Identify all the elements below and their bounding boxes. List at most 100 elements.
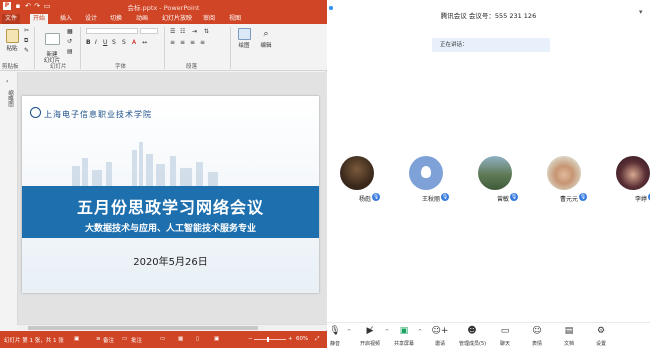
- expand-arrow-icon[interactable]: ›: [6, 78, 8, 85]
- speaking-indicator: 正在讲话：: [432, 38, 550, 52]
- editing-button[interactable]: ⌕ 编辑: [257, 28, 275, 49]
- settings-label: 设置: [595, 341, 606, 347]
- slide-sorter-icon[interactable]: ▦: [178, 336, 183, 342]
- slideshow-view-icon[interactable]: ▣: [214, 336, 219, 342]
- scrollbar-thumb[interactable]: [28, 326, 258, 330]
- share-screen-label: 共享屏幕: [393, 341, 414, 347]
- align-left-icon[interactable]: ≡: [170, 39, 175, 46]
- share-screen-icon: ▣: [399, 326, 409, 336]
- horizontal-scrollbar[interactable]: [18, 324, 327, 330]
- strikethrough-icon[interactable]: S: [112, 39, 116, 46]
- group-label-paragraph: 段落: [186, 64, 198, 70]
- spellcheck-icon[interactable]: ▣: [74, 336, 79, 342]
- participant-tile[interactable]: 曾敏 🎙: [475, 156, 518, 206]
- share-screen-button[interactable]: ▣ 共享屏幕: [391, 326, 417, 347]
- more-icon[interactable]: ▾: [639, 8, 643, 16]
- notes-icon[interactable]: ≡: [96, 336, 101, 342]
- chevron-up-icon[interactable]: ^: [385, 329, 389, 335]
- format-painter-icon[interactable]: ✎: [24, 47, 29, 54]
- chevron-up-icon[interactable]: ^: [347, 329, 351, 335]
- ribbon-separator: [230, 27, 231, 69]
- ribbon-tabs: 文件 开始 插入 设计 切换 动画 幻灯片放映 审阅 视图: [0, 13, 327, 24]
- document-button[interactable]: ▤ 文档: [556, 326, 582, 347]
- tab-file[interactable]: 文件: [2, 14, 21, 24]
- zoom-slider-knob[interactable]: [267, 337, 269, 342]
- bullets-icon[interactable]: ☰: [170, 28, 175, 35]
- emoji-button[interactable]: ☺ 表情: [524, 326, 550, 347]
- participant-tile[interactable]: 王秋丽 🎙: [406, 156, 449, 206]
- participant-name: 曹元元: [559, 196, 578, 203]
- fit-to-window-icon[interactable]: ⤢: [315, 336, 319, 343]
- section-icon[interactable]: ▤: [67, 48, 73, 55]
- font-color-icon[interactable]: A: [132, 39, 136, 46]
- participant-name: 曾敏: [496, 196, 509, 203]
- comments-icon[interactable]: ▭: [122, 336, 127, 342]
- new-slide-icon: [44, 33, 60, 45]
- reset-icon[interactable]: ↺: [67, 38, 72, 45]
- start-video-button[interactable]: ▶̸ 开启视频: [357, 326, 383, 347]
- justify-icon[interactable]: ≡: [200, 39, 205, 46]
- layout-icon[interactable]: ▦: [67, 28, 73, 35]
- mute-button[interactable]: 🎙 静音: [322, 326, 348, 347]
- italic-icon[interactable]: I: [95, 39, 97, 46]
- align-center-icon[interactable]: ≡: [180, 39, 185, 46]
- chevron-up-icon[interactable]: ^: [418, 329, 422, 335]
- drawing-label: 绘图: [238, 43, 250, 49]
- reading-view-icon[interactable]: ▯: [196, 336, 199, 342]
- emoji-label: 表情: [531, 341, 542, 347]
- video-off-icon: ▶̸: [366, 326, 374, 336]
- indent-icon[interactable]: ⇥: [192, 28, 197, 35]
- zoom-level[interactable]: 60%: [296, 336, 308, 342]
- tab-insert[interactable]: 插入: [57, 14, 75, 24]
- mute-label: 静音: [329, 341, 340, 347]
- align-right-icon[interactable]: ≡: [190, 39, 195, 46]
- tab-view[interactable]: 视图: [226, 14, 244, 24]
- drawing-button[interactable]: 绘图: [235, 28, 253, 49]
- zoom-out-icon[interactable]: −: [248, 336, 253, 342]
- numbering-icon[interactable]: ☷: [180, 28, 185, 35]
- paste-button[interactable]: 粘贴: [3, 29, 21, 52]
- tab-design[interactable]: 设计: [82, 14, 100, 24]
- tab-animations[interactable]: 动画: [133, 14, 151, 24]
- tab-review[interactable]: 审阅: [200, 14, 218, 24]
- tab-home[interactable]: 开始: [30, 14, 49, 24]
- editing-label: 编辑: [260, 43, 272, 49]
- underline-icon[interactable]: U: [103, 39, 107, 46]
- thumbnail-strip-label: 缩略图: [7, 90, 13, 107]
- participant-tile[interactable]: 李婷 🎙: [613, 156, 650, 206]
- emoji-icon: ☺: [532, 326, 542, 336]
- group-label-clipboard: 剪贴板: [2, 64, 19, 70]
- invite-button[interactable]: ☺+ 邀请: [427, 326, 453, 347]
- char-spacing-icon[interactable]: ↔: [142, 39, 147, 46]
- thumbnail-strip[interactable]: › 缩略图: [0, 72, 18, 325]
- settings-button[interactable]: ⚙ 设置: [588, 326, 614, 347]
- invite-label: 邀请: [434, 341, 445, 347]
- bold-icon[interactable]: B: [86, 39, 91, 46]
- chat-button[interactable]: ▭ 聊天: [492, 326, 518, 347]
- text-direction-icon[interactable]: ⇅: [204, 28, 209, 35]
- normal-view-icon[interactable]: ▭: [160, 336, 165, 342]
- avatar: [478, 156, 512, 190]
- slide[interactable]: 上海电子信息职业技术学院 五月份思政学习网络会议 大数据技术与应用、人工智能技术…: [22, 96, 319, 293]
- comments-button[interactable]: 批注: [131, 336, 142, 344]
- cut-icon[interactable]: ✂: [24, 27, 29, 34]
- zoom-slider[interactable]: [254, 337, 286, 342]
- participant-tile[interactable]: 杨彪 🎙: [337, 156, 380, 206]
- font-size-dropdown[interactable]: [140, 28, 158, 34]
- tab-transitions[interactable]: 切换: [107, 14, 125, 24]
- manage-members-button[interactable]: ☻ 管理成员(5): [459, 326, 487, 347]
- zoom-in-icon[interactable]: +: [288, 336, 293, 342]
- copy-icon[interactable]: ⧉: [24, 37, 28, 45]
- tab-slideshow[interactable]: 幻灯片放映: [159, 14, 195, 24]
- font-name-dropdown[interactable]: [86, 28, 138, 34]
- group-label-font: 字体: [115, 64, 127, 70]
- notes-button[interactable]: 备注: [103, 336, 114, 344]
- mic-icon: 🎙: [579, 193, 587, 201]
- new-slide-button[interactable]: 新建 幻灯片: [40, 27, 64, 64]
- shapes-icon: [237, 28, 251, 40]
- meeting-window: 腾讯会议 会议号：555 231 126 ▾ 正在讲话： 杨彪 🎙 王秋丽 🎙 …: [327, 0, 650, 348]
- shadow-icon[interactable]: S: [122, 39, 126, 46]
- slide-date: 2020年5月26日: [133, 257, 208, 268]
- manage-members-label: 管理成员(5): [459, 341, 487, 347]
- participant-tile[interactable]: 曹元元 🎙: [544, 156, 587, 206]
